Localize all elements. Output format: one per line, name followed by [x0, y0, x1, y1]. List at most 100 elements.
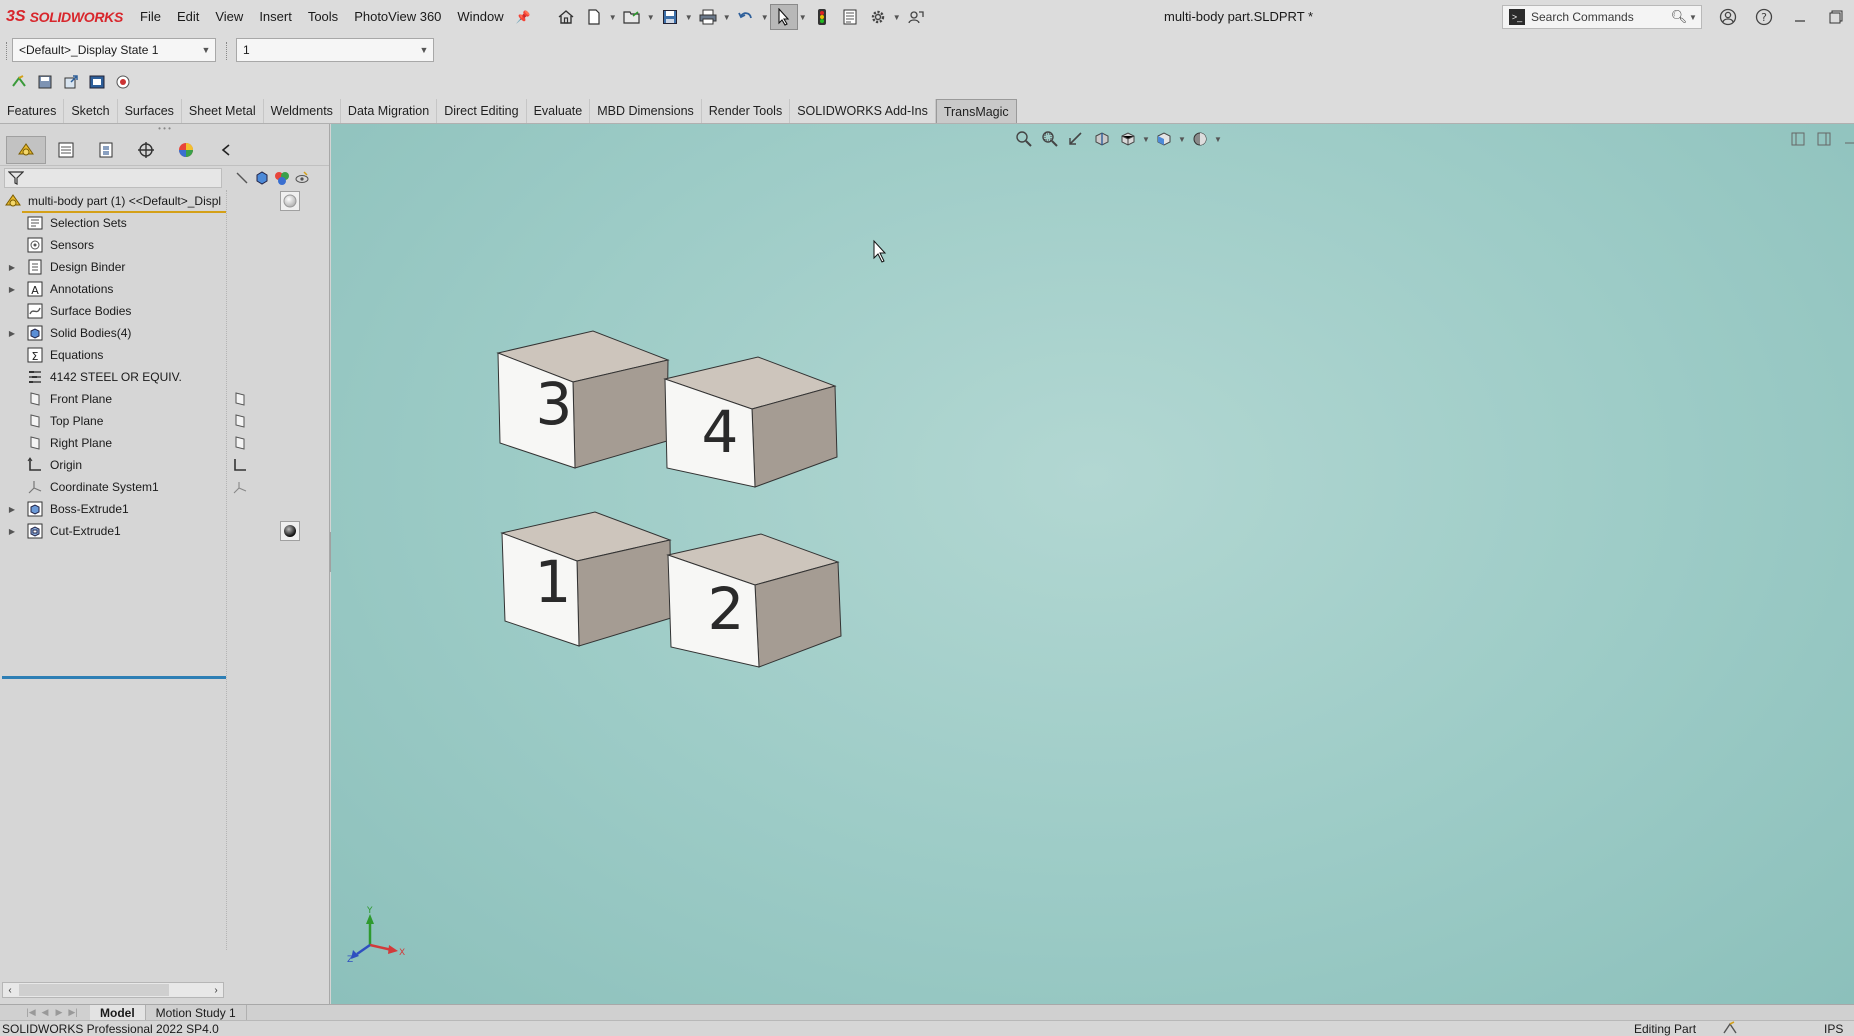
solid-body-2[interactable]: 2: [666, 533, 842, 668]
tab-motion-study-1[interactable]: Motion Study 1: [146, 1004, 247, 1021]
save-all-button[interactable]: [32, 70, 58, 94]
tree-item-sensors[interactable]: Sensors: [0, 234, 329, 256]
open-dropdown-icon[interactable]: ▼: [646, 13, 656, 22]
scroll-left-icon[interactable]: ‹: [3, 985, 17, 996]
tree-item-right-plane[interactable]: Right Plane: [0, 432, 329, 454]
first-tab-icon[interactable]: |◀: [24, 1007, 38, 1018]
status-rebuild-icon[interactable]: [1722, 1021, 1738, 1036]
tab-display-manager[interactable]: [166, 136, 206, 164]
rebuild-button[interactable]: [808, 4, 836, 30]
tree-item-annotations[interactable]: ▶ A Annotations: [0, 278, 329, 300]
tree-item-top-plane[interactable]: Top Plane: [0, 410, 329, 432]
menu-view[interactable]: View: [207, 0, 251, 34]
new-dropdown-icon[interactable]: ▼: [608, 13, 618, 22]
tab-property-manager[interactable]: [46, 136, 86, 164]
minimize-button[interactable]: [1782, 0, 1818, 34]
tab-features[interactable]: Features: [0, 99, 65, 123]
toolbar-grip[interactable]: [6, 42, 8, 60]
new-button[interactable]: [580, 4, 608, 30]
tree-item-front-plane[interactable]: Front Plane: [0, 388, 329, 410]
help-button[interactable]: ?: [1746, 0, 1782, 34]
prev-tab-icon[interactable]: ◀: [38, 1007, 52, 1018]
undo-dropdown-icon[interactable]: ▼: [760, 13, 770, 22]
print-button[interactable]: [694, 4, 722, 30]
search-commands-box[interactable]: >_ Search Commands 🔍︎ ▼: [1502, 5, 1702, 29]
panel-horizontal-scrollbar[interactable]: ‹ ›: [2, 982, 224, 998]
open-button[interactable]: [618, 4, 646, 30]
show-hide-button[interactable]: [292, 169, 312, 187]
tree-item-equations[interactable]: Σ Equations: [0, 344, 329, 366]
import-button[interactable]: [84, 70, 110, 94]
select-dropdown-icon[interactable]: ▼: [798, 13, 808, 22]
solidworks-logo[interactable]: 3S SOLIDWORKS: [0, 0, 132, 34]
tab-data-migration[interactable]: Data Migration: [341, 99, 438, 123]
options-button[interactable]: [864, 4, 892, 30]
tab-weldments[interactable]: Weldments: [264, 99, 341, 123]
rollback-bar[interactable]: [2, 676, 226, 679]
view-bodies-button[interactable]: [252, 169, 272, 187]
tree-item-boss-extrude1[interactable]: ▶ Boss-Extrude1: [0, 498, 329, 520]
expand-arrow-icon[interactable]: ▶: [6, 329, 18, 338]
next-tab-icon[interactable]: ▶: [52, 1007, 66, 1018]
pen-tool-button[interactable]: [232, 169, 252, 187]
tree-item-design-binder[interactable]: ▶ Design Binder: [0, 256, 329, 278]
solid-body-3[interactable]: 3: [496, 330, 670, 469]
tab-sheet-metal[interactable]: Sheet Metal: [182, 99, 264, 123]
login-button[interactable]: [902, 4, 930, 30]
solid-body-1[interactable]: 1: [500, 511, 672, 647]
tab-dimxpert-manager[interactable]: [126, 136, 166, 164]
tab-feature-manager[interactable]: [6, 135, 46, 164]
last-tab-icon[interactable]: ▶|: [66, 1007, 80, 1018]
root-appearance-ball[interactable]: [280, 191, 300, 211]
rebuild-tool-button[interactable]: [6, 70, 32, 94]
search-dropdown-icon[interactable]: ▼: [1689, 13, 1701, 22]
menu-tools[interactable]: Tools: [300, 0, 346, 34]
collapse-panel-button[interactable]: [206, 136, 246, 164]
display-state-combo[interactable]: <Default>_Display State 1 ▼: [12, 38, 216, 62]
record-button[interactable]: [110, 70, 136, 94]
scroll-thumb[interactable]: [19, 984, 169, 996]
tab-sketch[interactable]: Sketch: [64, 99, 118, 123]
appearance-button[interactable]: [272, 169, 292, 187]
expand-arrow-icon[interactable]: ▶: [6, 505, 18, 514]
panel-grip[interactable]: • • •: [0, 124, 329, 134]
search-icon[interactable]: 🔍︎: [1669, 9, 1689, 25]
tab-mbd-dimensions[interactable]: MBD Dimensions: [590, 99, 702, 123]
account-button[interactable]: [1710, 0, 1746, 34]
tab-transmagic[interactable]: TransMagic: [935, 99, 1017, 123]
status-units[interactable]: IPS: [1824, 1022, 1843, 1036]
menu-insert[interactable]: Insert: [251, 0, 300, 34]
cut-extrude-appearance-ball[interactable]: [280, 521, 300, 541]
pin-icon[interactable]: 📌: [516, 10, 534, 24]
menu-edit[interactable]: Edit: [169, 0, 207, 34]
tab-evaluate[interactable]: Evaluate: [527, 99, 591, 123]
tab-configuration-manager[interactable]: [86, 136, 126, 164]
tab-solidworks-add-ins[interactable]: SOLIDWORKS Add-Ins: [790, 99, 936, 123]
select-button[interactable]: [769, 4, 798, 30]
scroll-right-icon[interactable]: ›: [209, 985, 223, 996]
tab-surfaces[interactable]: Surfaces: [118, 99, 182, 123]
configuration-combo[interactable]: 1 ▼: [236, 38, 434, 62]
print-dropdown-icon[interactable]: ▼: [722, 13, 732, 22]
expand-arrow-icon[interactable]: ▶: [6, 285, 18, 294]
tab-direct-editing[interactable]: Direct Editing: [437, 99, 527, 123]
menu-file[interactable]: File: [132, 0, 169, 34]
graphics-area[interactable]: ▼ ▼ ▼ 3 4 1 2 Y X Z: [331, 124, 1854, 1004]
solid-body-4[interactable]: 4: [663, 356, 838, 488]
menu-photoview[interactable]: PhotoView 360: [346, 0, 449, 34]
file-properties-button[interactable]: [836, 4, 864, 30]
expand-arrow-icon[interactable]: ▶: [6, 263, 18, 272]
options-dropdown-icon[interactable]: ▼: [892, 13, 902, 22]
home-button[interactable]: [552, 4, 580, 30]
restore-button[interactable]: [1818, 0, 1854, 34]
tree-item-coordinate-system1[interactable]: Coordinate System1: [0, 476, 329, 498]
filter-input[interactable]: [4, 168, 222, 188]
tree-item-4142-steel-or-equiv[interactable]: 4142 STEEL OR EQUIV.: [0, 366, 329, 388]
tree-item-surface-bodies[interactable]: Surface Bodies: [0, 300, 329, 322]
save-button[interactable]: [656, 4, 684, 30]
tree-item-origin[interactable]: Origin: [0, 454, 329, 476]
search-input[interactable]: Search Commands: [1531, 10, 1669, 24]
toolbar-grip[interactable]: [226, 42, 228, 60]
expand-arrow-icon[interactable]: ▶: [6, 527, 18, 536]
undo-button[interactable]: [732, 4, 760, 30]
